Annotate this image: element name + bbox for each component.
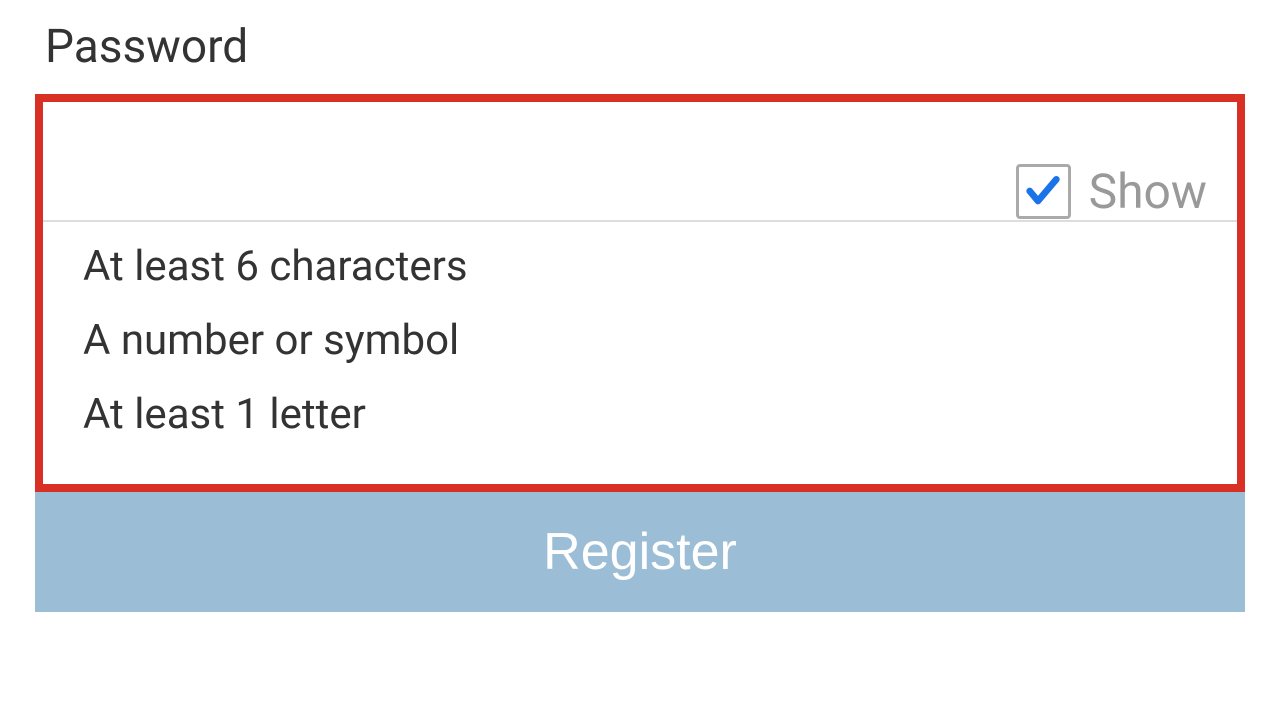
checkmark-icon xyxy=(1023,171,1063,211)
password-requirements: At least 6 characters A number or symbol… xyxy=(43,222,1237,469)
password-input-row: Show xyxy=(43,112,1237,222)
password-label: Password xyxy=(45,20,1245,74)
requirement-item: At least 1 letter xyxy=(83,390,1207,439)
requirement-item: At least 6 characters xyxy=(83,242,1207,291)
show-password-group: Show xyxy=(1016,163,1207,220)
password-section-highlight: Show At least 6 characters A number or s… xyxy=(35,94,1245,492)
show-password-checkbox[interactable] xyxy=(1016,164,1071,219)
show-password-label: Show xyxy=(1089,163,1207,220)
requirement-item: A number or symbol xyxy=(83,316,1207,365)
password-input[interactable] xyxy=(73,145,1016,187)
register-button[interactable]: Register xyxy=(35,492,1245,612)
